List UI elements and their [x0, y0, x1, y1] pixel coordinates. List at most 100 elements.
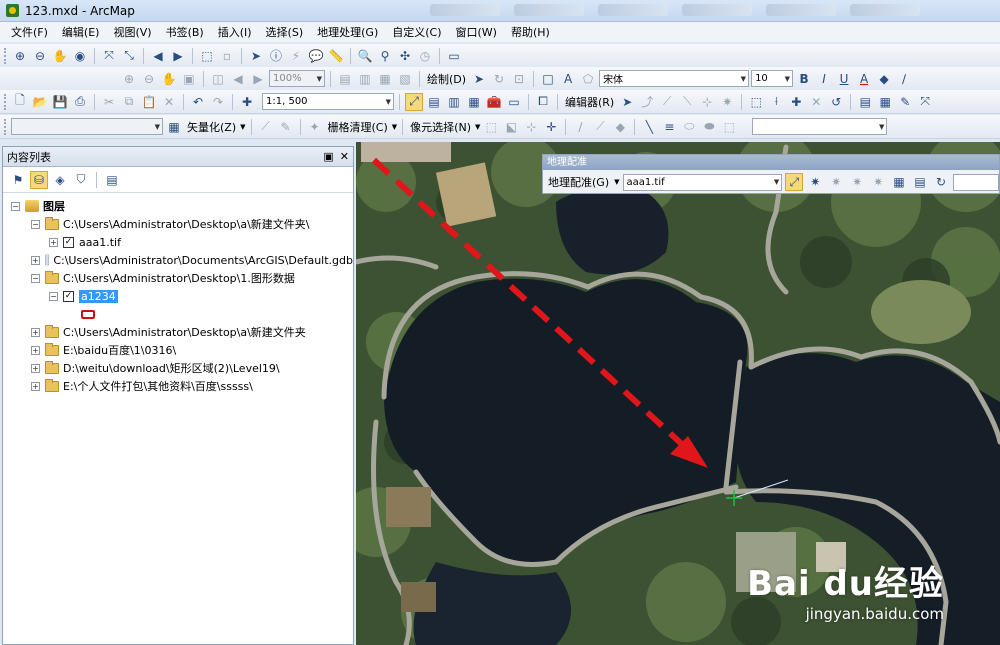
catalog-icon[interactable]: ▥: [445, 93, 463, 111]
forward-arrow-icon[interactable]: ▶: [169, 47, 187, 65]
layout-forward-icon[interactable]: ▶: [249, 70, 267, 88]
menu-bookmarks[interactable]: 书签(B): [159, 24, 211, 40]
tree-layer-row[interactable]: − ✓ a1234: [3, 287, 353, 305]
zoom-whole-page-icon[interactable]: ▣: [180, 70, 198, 88]
hyperlink-icon[interactable]: ⚡: [287, 47, 305, 65]
editor-menu[interactable]: 编辑器(R): [563, 94, 616, 110]
edit-vertices-tool-icon[interactable]: ⬚: [747, 93, 765, 111]
layer-name[interactable]: aaa1.tif: [79, 236, 121, 249]
vectorization-trace-icon[interactable]: ⟋: [257, 118, 275, 136]
expand-icon[interactable]: +: [31, 363, 40, 373]
redo-icon[interactable]: ↷: [209, 93, 227, 111]
go-to-xy-icon[interactable]: ✣: [396, 47, 414, 65]
tree-folder-row[interactable]: − C:\Users\Administrator\Desktop\1.图形数据: [3, 269, 353, 287]
zoom-100-icon[interactable]: ◫: [209, 70, 227, 88]
fixed-zoom-in-icon[interactable]: ⤧: [100, 47, 118, 65]
layout-zoom-out-icon[interactable]: ⊖: [140, 70, 158, 88]
zoom-in-icon[interactable]: ⊕: [11, 47, 29, 65]
edit-tool-icon[interactable]: ➤: [618, 93, 636, 111]
eraser-icon[interactable]: ⬭: [680, 118, 698, 136]
split-icon[interactable]: ✷: [718, 93, 736, 111]
toggle-draft-mode-icon[interactable]: ▤: [336, 70, 354, 88]
collapse-icon[interactable]: −: [31, 219, 40, 229]
back-arrow-icon[interactable]: ◀: [149, 47, 167, 65]
tree-folder-row[interactable]: + E:\个人文件打包\其他资料\百度\sssss\: [3, 377, 353, 395]
select-link-icon[interactable]: ✷: [806, 173, 824, 191]
draw-select-arrow-icon[interactable]: ➤: [470, 70, 488, 88]
cut-polygons-icon[interactable]: ✚: [787, 93, 805, 111]
split-tool-icon[interactable]: ✕: [807, 93, 825, 111]
arctoolbox-icon[interactable]: 🧰: [485, 93, 503, 111]
layer-visibility-checkbox[interactable]: ✓: [63, 236, 74, 248]
rotate-icon[interactable]: ↻: [490, 70, 508, 88]
list-by-visibility-icon[interactable]: ◈: [51, 171, 69, 189]
menu-view[interactable]: 视图(V): [106, 24, 158, 40]
line-tool-icon[interactable]: ╲: [640, 118, 658, 136]
time-slider-icon[interactable]: ◷: [416, 47, 434, 65]
collapse-icon[interactable]: −: [49, 291, 58, 301]
list-by-drawing-order-icon[interactable]: ⚑: [9, 171, 27, 189]
tree-layer-row[interactable]: + ✓ aaa1.tif: [3, 233, 353, 251]
straight-segment-icon[interactable]: ⟋: [658, 93, 676, 111]
find-icon[interactable]: 🔍: [356, 47, 374, 65]
layout-pan-icon[interactable]: ✋: [160, 70, 178, 88]
select-features-icon[interactable]: ⬚: [198, 47, 216, 65]
edit-vertices-icon[interactable]: ⬠: [579, 70, 597, 88]
tree-gdb-row[interactable]: + C:\Users\Administrator\Documents\ArcGI…: [3, 251, 353, 269]
toc-autohide-icon[interactable]: ▣: [323, 150, 333, 163]
underline-button[interactable]: U: [835, 70, 853, 88]
find-connected-icon[interactable]: ✛: [542, 118, 560, 136]
menu-selection[interactable]: 选择(S): [259, 24, 311, 40]
find-route-icon[interactable]: ⚲: [376, 47, 394, 65]
menu-customize[interactable]: 自定义(C): [385, 24, 448, 40]
pan-hand-icon[interactable]: ✋: [51, 47, 69, 65]
attributes-icon[interactable]: ▤: [856, 93, 874, 111]
tree-folder-row[interactable]: − C:\Users\Administrator\Desktop\a\新建文件夹…: [3, 215, 353, 233]
menu-windows[interactable]: 窗口(W): [449, 24, 504, 40]
magic-eraser-icon[interactable]: ⬬: [700, 118, 718, 136]
undo-icon[interactable]: ↶: [189, 93, 207, 111]
pencil-icon[interactable]: ✎: [277, 118, 295, 136]
collapse-icon[interactable]: −: [11, 201, 20, 211]
menu-file[interactable]: 文件(F): [4, 24, 55, 40]
map-scale-select[interactable]: 1:1, 500 ▼: [262, 93, 394, 110]
select-cells-icon[interactable]: ⬕: [502, 118, 520, 136]
add-control-points-icon[interactable]: ⤢: [785, 173, 804, 191]
rotate-icon[interactable]: ↻: [932, 173, 950, 191]
font-color-button[interactable]: A: [855, 70, 873, 88]
layout-back-icon[interactable]: ◀: [229, 70, 247, 88]
erase-icon[interactable]: ⟋: [591, 118, 609, 136]
raster-clean-tool-icon[interactable]: ✦: [306, 118, 324, 136]
full-extent-globe-icon[interactable]: ◉: [71, 47, 89, 65]
topology-icon[interactable]: ⤧: [916, 93, 934, 111]
expand-icon[interactable]: +: [31, 345, 40, 355]
add-data-icon[interactable]: ✚: [238, 93, 256, 111]
save-icon[interactable]: 💾: [51, 93, 69, 111]
rectangle-icon[interactable]: □: [539, 70, 557, 88]
sketch-properties-icon[interactable]: ▦: [876, 93, 894, 111]
tree-folder-row[interactable]: + D:\weitu\download\矩形区域(2)\Level19\: [3, 359, 353, 377]
toc-close-icon[interactable]: ✕: [340, 150, 349, 163]
copy-icon[interactable]: ⧉: [120, 93, 138, 111]
brush-icon[interactable]: ∕: [571, 118, 589, 136]
raster-snapping-icon[interactable]: ▦: [165, 118, 183, 136]
raster-layer-select[interactable]: ▼: [11, 118, 163, 135]
change-layout-icon[interactable]: ▦: [376, 70, 394, 88]
python-window-icon[interactable]: ▭: [505, 93, 523, 111]
vectorization-menu[interactable]: 矢量化(Z): [185, 119, 238, 135]
reshape-icon[interactable]: ⟊: [767, 93, 785, 111]
fill-icon[interactable]: ◆: [611, 118, 629, 136]
rotate-tool-icon[interactable]: ↺: [827, 93, 845, 111]
expand-icon[interactable]: +: [31, 255, 40, 265]
identify-icon[interactable]: ⓘ: [267, 47, 285, 65]
georef-title[interactable]: 地理配准: [543, 155, 999, 170]
table-of-contents-icon[interactable]: ▤: [425, 93, 443, 111]
list-by-source-icon[interactable]: ⛁: [30, 170, 48, 189]
menu-edit[interactable]: 编辑(E): [55, 24, 107, 40]
zoom-to-element-icon[interactable]: ⊡: [510, 70, 528, 88]
search-window-icon[interactable]: ▦: [465, 93, 483, 111]
georef-menu[interactable]: 地理配准(G): [546, 174, 611, 190]
viewer-icon[interactable]: ▦: [890, 173, 908, 191]
paste-icon[interactable]: 📋: [140, 93, 158, 111]
tree-folder-row[interactable]: + C:\Users\Administrator\Desktop\a\新建文件夹: [3, 323, 353, 341]
